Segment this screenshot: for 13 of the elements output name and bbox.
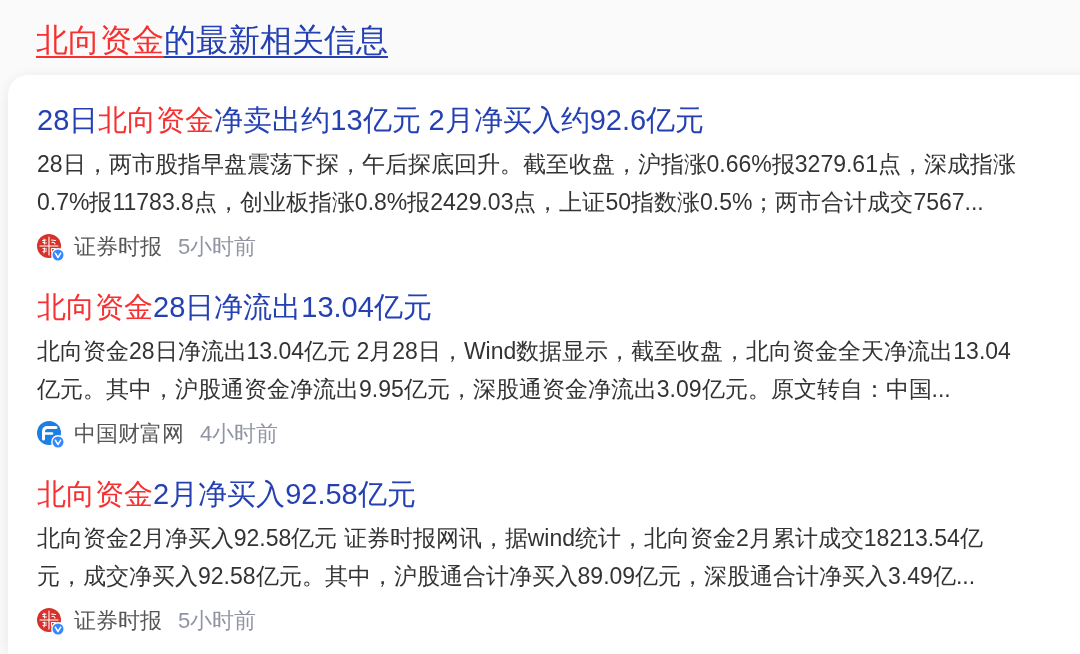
result-snippet: 北向资金2月净买入92.58亿元 证券时报网讯，据wind统计，北向资金2月累计成交18213.54亿 元，成交净买入92.58亿元。其中，沪股通合计净买入89.09亿元，深股通合计净买入3.49亿... <box>37 524 983 591</box>
source-name: 证券时报 <box>74 607 162 635</box>
result-title-link[interactable]: 北向资金2月净买入92.58亿元 <box>37 476 416 512</box>
source-name: 中国财富网 <box>74 420 184 448</box>
publish-time: 4小时前 <box>200 420 279 448</box>
result-snippet: 北向资金28日净流出13.04亿元 2月28日，Wind数据显示，截至收盘，北向资金全天净流出13.04 亿元。其中，沪股通资金净流出9.95亿元，深股通资金净流出3.09亿元。原文转自：中国... <box>37 337 1011 404</box>
result-snippet: 28日，两市股指早盘震荡下探，午后探底回升。截至收盘，沪指涨0.66%报3279.61点，深成指涨 0.7%报11783.8点，创业板指涨0.8%报2429.03点，上证50指数涨0.5%；两市合计成交7567... <box>37 150 1016 217</box>
result-title-link[interactable]: 北向资金28日净流出13.04亿元 <box>37 289 432 325</box>
section-title-link[interactable]: 北向资金的最新相关信息 <box>36 20 388 60</box>
publish-time: 5小时前 <box>178 607 257 635</box>
publish-time: 5小时前 <box>178 233 257 261</box>
result-title-link[interactable]: 28日北向资金净卖出约13亿元 2月净买入约92.6亿元 <box>37 102 705 138</box>
source-name: 证券时报 <box>74 233 162 261</box>
